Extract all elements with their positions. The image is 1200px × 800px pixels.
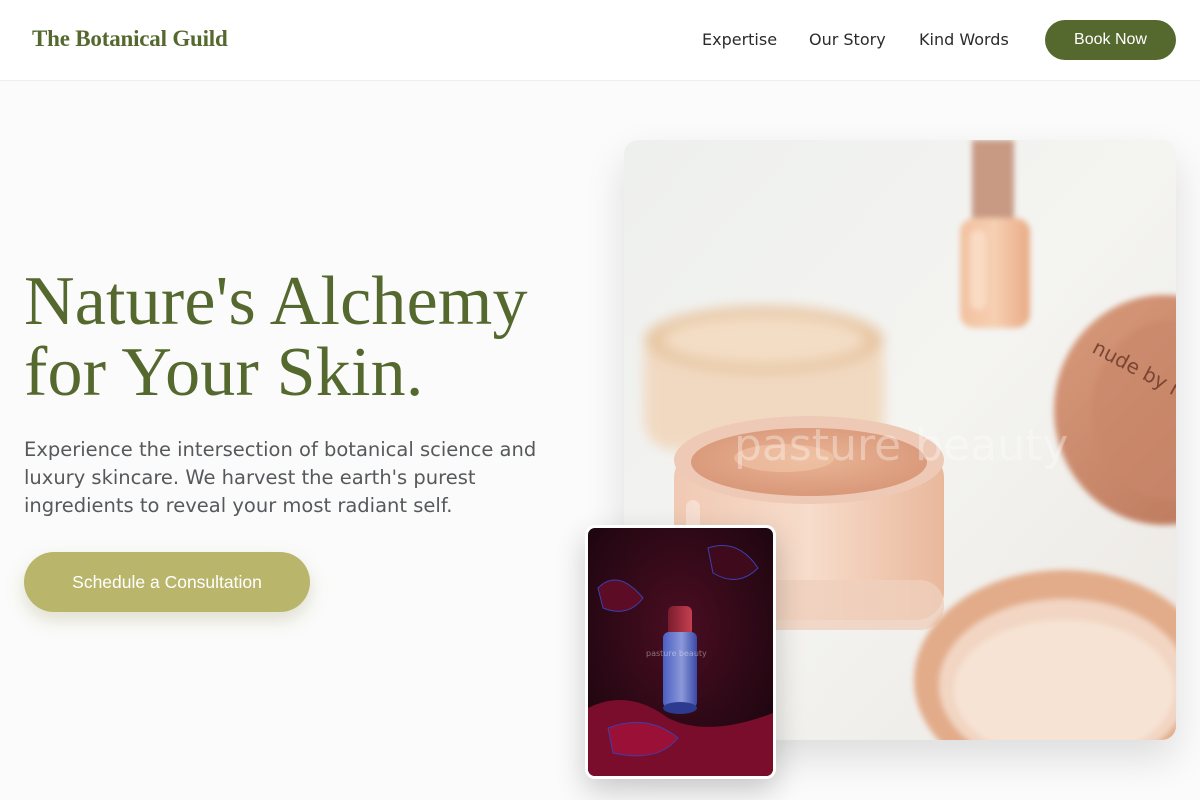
headline-line-1: Nature's Alchemy — [24, 263, 528, 340]
hero-subtext: Experience the intersection of botanical… — [24, 438, 537, 517]
nav-link-our-story[interactable]: Our Story — [809, 30, 886, 49]
hero-headline: Nature's Alchemy for Your Skin. — [24, 266, 584, 408]
small-image-watermark: pasture beauty — [646, 649, 707, 658]
nav-link-expertise[interactable]: Expertise — [702, 30, 777, 49]
schedule-consultation-button[interactable]: Schedule a Consultation — [24, 552, 310, 612]
site-header: The Botanical Guild Expertise Our Story … — [0, 0, 1200, 81]
main-image-watermark: pasture beauty — [734, 420, 1068, 471]
secondary-product-image: pasture beauty — [585, 525, 776, 779]
book-now-button[interactable]: Book Now — [1045, 20, 1176, 60]
nav-link-kind-words[interactable]: Kind Words — [919, 30, 1009, 49]
site-logo[interactable]: The Botanical Guild — [32, 26, 228, 52]
headline-line-2: for Your Skin. — [24, 334, 424, 411]
